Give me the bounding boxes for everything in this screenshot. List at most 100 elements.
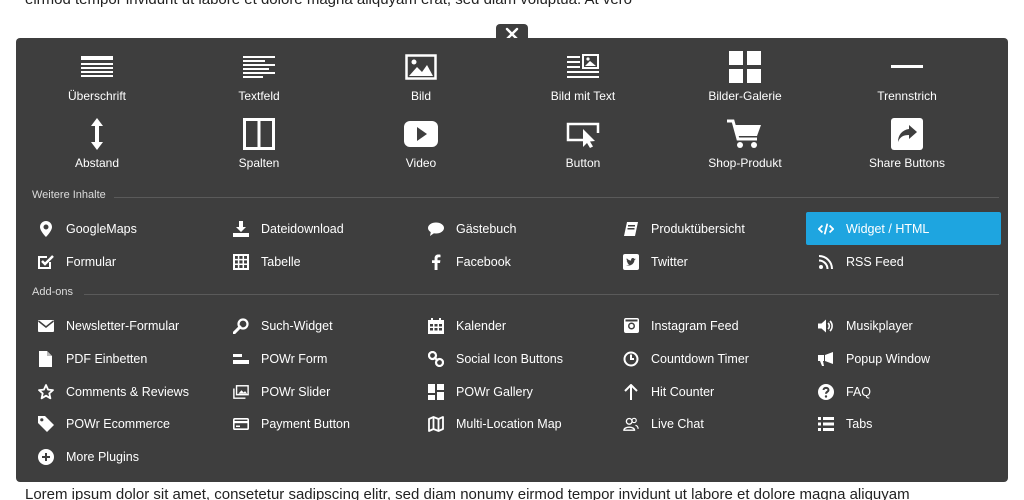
list-item-dateidownload[interactable]: Dateidownload: [221, 212, 416, 245]
list-item-label: Dateidownload: [261, 221, 344, 236]
slider-images-icon: [233, 384, 249, 399]
weitere-row-2: Formular Tabelle Facebook Twitter RSS Fe…: [26, 245, 1001, 278]
button-icon: [566, 122, 600, 148]
main-item-label: Textfeld: [238, 89, 280, 103]
list-item-formular[interactable]: Formular: [26, 245, 221, 278]
addons-row-1: Newsletter-Formular Such-Widget Kalender…: [26, 309, 1001, 342]
grid-gallery-icon: [428, 383, 444, 400]
list-item-label: POWr Ecommerce: [66, 416, 170, 431]
question-icon: [818, 383, 834, 400]
list-item-gaestebuch[interactable]: Gästebuch: [416, 212, 611, 245]
tag-icon: [38, 415, 54, 432]
volume-icon: [818, 319, 833, 332]
addons-row-5: More Plugins: [26, 440, 1001, 473]
clock-icon: [623, 351, 639, 366]
list-item-label: POWr Form: [261, 351, 328, 366]
list-icon: [818, 416, 834, 431]
list-item-label: Gästebuch: [456, 221, 517, 236]
main-row-1: Überschrift Textfeld Bild Bild mit Text …: [16, 50, 1008, 117]
main-item-button[interactable]: Button: [502, 117, 664, 184]
list-item-newsletter-formular[interactable]: Newsletter-Formular: [26, 309, 221, 342]
list-item-comments-reviews[interactable]: Comments & Reviews: [26, 375, 221, 408]
list-item-facebook[interactable]: Facebook: [416, 245, 611, 278]
addons-row-2: PDF Einbetten POWr Form Social Icon Butt…: [26, 342, 1001, 375]
list-item-label: Twitter: [651, 254, 688, 269]
list-item-payment-button[interactable]: Payment Button: [221, 407, 416, 440]
list-item-label: More Plugins: [66, 449, 139, 464]
bullhorn-icon: [818, 351, 833, 366]
list-item-label: Hit Counter: [651, 384, 715, 399]
columns-icon: [243, 118, 275, 150]
list-item-label: Instagram Feed: [651, 318, 739, 333]
list-item-instagram-feed[interactable]: Instagram Feed: [611, 309, 806, 342]
main-item-text[interactable]: Textfeld: [178, 50, 340, 117]
list-item-powr-slider[interactable]: POWr Slider: [221, 375, 416, 408]
gallery-icon: [729, 51, 761, 83]
list-item-label: RSS Feed: [846, 254, 904, 269]
list-item-more-plugins[interactable]: More Plugins: [26, 440, 221, 473]
main-item-label: Überschrift: [67, 89, 126, 103]
main-item-spacing[interactable]: Abstand: [16, 117, 178, 184]
list-item-popup-window[interactable]: Popup Window: [806, 342, 1001, 375]
list-item-musikplayer[interactable]: Musikplayer: [806, 309, 1001, 342]
list-item-social-icon-buttons[interactable]: Social Icon Buttons: [416, 342, 611, 375]
main-item-label: Bilder-Galerie: [708, 89, 782, 103]
heading-icon: [81, 56, 113, 77]
list-item-label: POWr Gallery: [456, 384, 533, 399]
list-item-pdf-einbetten[interactable]: PDF Einbetten: [26, 342, 221, 375]
list-item-live-chat[interactable]: Live Chat: [611, 407, 806, 440]
file-icon: [39, 350, 52, 367]
users-icon: [623, 417, 639, 431]
book-icon: [624, 221, 638, 236]
main-item-divider[interactable]: Trennstrich: [826, 50, 988, 117]
folded-map-icon: [428, 415, 444, 432]
list-item-label: Countdown Timer: [651, 351, 749, 366]
section-title-weitere: Weitere Inhalte: [32, 189, 106, 201]
list-item-tabelle[interactable]: Tabelle: [221, 245, 416, 278]
main-item-shop-product[interactable]: Shop-Produkt: [664, 117, 826, 184]
main-item-image-text[interactable]: Bild mit Text: [502, 50, 664, 117]
main-item-label: Abstand: [74, 156, 120, 170]
list-item-label: Comments & Reviews: [66, 384, 189, 399]
main-elements-grid: Überschrift Textfeld Bild Bild mit Text …: [16, 50, 1008, 184]
list-item-widget-html[interactable]: Widget / HTML: [806, 212, 1001, 245]
main-item-video[interactable]: Video: [340, 117, 502, 184]
main-item-columns[interactable]: Spalten: [178, 117, 340, 184]
list-item-faq[interactable]: FAQ: [806, 375, 1001, 408]
main-item-label: Share Buttons: [868, 156, 946, 170]
list-item-multi-location-map[interactable]: Multi-Location Map: [416, 407, 611, 440]
link-icon: [428, 350, 444, 367]
list-item-countdown-timer[interactable]: Countdown Timer: [611, 342, 806, 375]
list-item-kalender[interactable]: Kalender: [416, 309, 611, 342]
addons-row-4: POWr Ecommerce Payment Button Multi-Loca…: [26, 407, 1001, 440]
list-item-label: Musikplayer: [846, 318, 913, 333]
list-item-tabs[interactable]: Tabs: [806, 407, 1001, 440]
main-item-heading[interactable]: Überschrift: [16, 50, 178, 117]
text-icon: [243, 56, 275, 78]
list-item-powr-ecommerce[interactable]: POWr Ecommerce: [26, 407, 221, 440]
list-item-twitter[interactable]: Twitter: [611, 245, 806, 278]
map-marker-icon: [40, 220, 52, 237]
background-text-bottom: Lorem ipsum dolor sit amet, consetetur s…: [25, 486, 910, 500]
list-item-such-widget[interactable]: Such-Widget: [221, 309, 416, 342]
image-icon: [405, 54, 437, 80]
main-item-gallery[interactable]: Bilder-Galerie: [664, 50, 826, 117]
instagram-icon: [623, 318, 639, 333]
list-item-label: Produktübersicht: [651, 221, 745, 236]
main-item-label: Spalten: [238, 156, 280, 170]
list-item-hit-counter[interactable]: Hit Counter: [611, 375, 806, 408]
main-item-image[interactable]: Bild: [340, 50, 502, 117]
arrow-up-icon: [624, 383, 638, 400]
list-item-label: POWr Slider: [261, 384, 331, 399]
list-item-powr-gallery[interactable]: POWr Gallery: [416, 375, 611, 408]
facebook-icon: [432, 254, 441, 270]
comment-icon: [428, 222, 444, 236]
list-item-powr-form[interactable]: POWr Form: [221, 342, 416, 375]
calendar-icon: [428, 317, 444, 334]
list-item-produktuebersicht[interactable]: Produktübersicht: [611, 212, 806, 245]
list-item-googlemaps[interactable]: GoogleMaps: [26, 212, 221, 245]
list-item-rss-feed[interactable]: RSS Feed: [806, 245, 1001, 278]
cart-icon: [727, 119, 761, 148]
main-item-share-buttons[interactable]: Share Buttons: [826, 117, 988, 184]
list-item-label: PDF Einbetten: [66, 351, 148, 366]
